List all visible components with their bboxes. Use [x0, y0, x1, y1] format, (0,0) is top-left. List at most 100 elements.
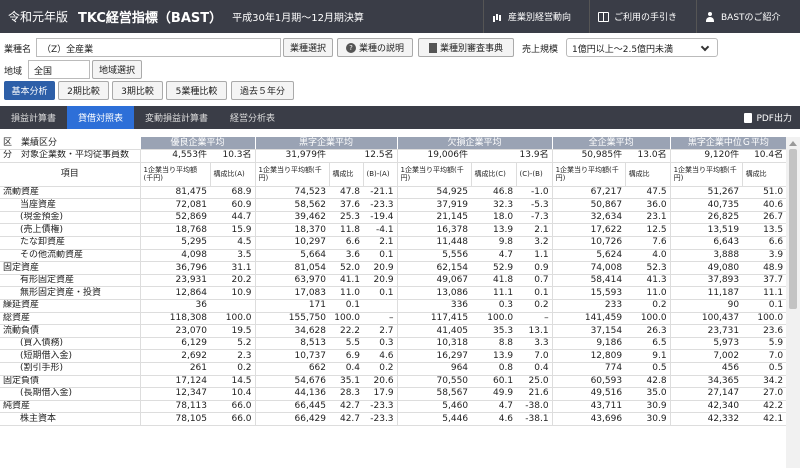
ratio-header: 構成比 — [624, 162, 671, 187]
scale-select[interactable]: 1億円以上～2.5億円未満 — [566, 38, 718, 57]
industry-description-button[interactable]: ? 業種の説明 — [337, 38, 413, 57]
table-cell: 49,067 — [396, 274, 472, 288]
table-cell: 5.2 — [210, 337, 256, 351]
table-cell: 23,070 — [139, 324, 210, 338]
table-cell: 36,796 — [139, 261, 210, 275]
table-cell: 42.1 — [742, 412, 787, 426]
table-cell: 10,297 — [254, 236, 330, 250]
table-cell: 4.7 — [471, 249, 517, 263]
table-cell: 8.8 — [471, 337, 517, 351]
group-name: 全企業平均 — [551, 137, 671, 151]
table-cell: 70,550 — [396, 375, 472, 389]
tab-balance-sheet[interactable]: 貸借対照表 — [67, 106, 135, 129]
table-cell: 17,622 — [551, 223, 626, 238]
group-name: 欠損企業平均 — [396, 137, 553, 151]
tab-income-statement[interactable]: 損益計算書 — [0, 106, 67, 129]
table-cell: 81,475 — [139, 186, 210, 200]
table-cell: 26.3 — [625, 324, 671, 338]
mode-two-period[interactable]: 2期比較 — [58, 81, 109, 100]
table-cell: 5,460 — [396, 400, 472, 414]
vertical-scrollbar[interactable] — [786, 137, 800, 468]
table-cell: 2.1 — [516, 223, 553, 238]
table-cell: 18,370 — [254, 223, 330, 238]
ratio-header: 構成比(C) — [470, 162, 517, 187]
amount-header: 1企業当り平均額(千円) — [669, 162, 743, 187]
table-cell: 11.1 — [742, 286, 787, 301]
table-cell: 5,295 — [139, 236, 210, 250]
industry-select-button[interactable]: 業種選択 — [283, 38, 333, 57]
ratio-header: 構成比(A) — [209, 162, 256, 187]
table-cell: 67,217 — [551, 186, 626, 200]
row-label: (買入債務) — [0, 337, 140, 351]
mode-basic-analysis[interactable]: 基本分析 — [4, 81, 55, 100]
scroll-up-icon[interactable] — [789, 141, 797, 146]
tab-variable-cost-statement[interactable]: 変動損益計算書 — [134, 106, 219, 129]
table-cell: 171 — [254, 299, 330, 313]
mode-three-period[interactable]: 3期比較 — [112, 81, 163, 100]
company-count: 4,553件 — [139, 149, 210, 163]
table-cell: 662 — [254, 362, 330, 376]
tab-bar: 損益計算書 貸借対照表 変動損益計算書 経営分析表 PDF出力 — [0, 106, 800, 129]
tab-management-analysis[interactable]: 経営分析表 — [219, 106, 286, 129]
table-cell: 72,081 — [139, 198, 210, 212]
mode-past-five-years[interactable]: 過去５年分 — [231, 81, 294, 100]
table-cell: 5,664 — [254, 249, 330, 263]
table-cell: 7.0 — [742, 349, 787, 363]
company-count: 31,979件 — [254, 149, 330, 163]
table-cell: 117,415 — [396, 312, 472, 326]
region-select-button[interactable]: 地域選択 — [92, 60, 142, 79]
table-cell: 15,593 — [551, 286, 626, 301]
table-cell: 26.7 — [742, 211, 787, 225]
table-cell: 54,925 — [396, 186, 472, 200]
kubun-header: 区 業績区分 — [0, 137, 140, 151]
table-row: 無形固定資産・投資 12,864 10.9 17,083 11.0 0.1 13,086 11… — [0, 286, 787, 301]
table-cell: 15.9 — [210, 223, 256, 238]
table-cell: 17,124 — [139, 375, 210, 389]
table-cell: 40,735 — [669, 198, 743, 212]
table-cell: -38.0 — [516, 400, 553, 414]
table-cell: 0.3 — [363, 337, 398, 351]
row-label: 固定負債 — [0, 375, 140, 389]
table-cell: 34,365 — [669, 375, 743, 389]
table-row: その他流動資産 4,098 3.5 5,664 3.6 0.1 5,556 4.7 1.1 5,6… — [0, 249, 787, 263]
table-cell: 52.0 — [329, 261, 364, 275]
table-cell: 0.4 — [516, 362, 553, 376]
table-cell: 35.0 — [625, 387, 671, 401]
table-cell: 774 — [551, 362, 626, 376]
table-cell: 7,002 — [669, 349, 743, 363]
table-cell: 22.2 — [329, 324, 364, 338]
table-cell: 13,519 — [669, 223, 743, 238]
nav-user-guide[interactable]: ご利用の手引き — [589, 0, 696, 33]
table-cell: 21.6 — [516, 387, 553, 401]
table-cell: 74,523 — [254, 186, 330, 200]
table-cell: 0.1 — [363, 286, 398, 301]
ratio-header: 構成比 — [741, 162, 787, 187]
table-cell: 100.0 — [625, 312, 671, 326]
table-cell: 11.0 — [625, 286, 671, 301]
mode-five-industry[interactable]: 5業種比較 — [166, 81, 227, 100]
industry-description-label: 業種の説明 — [358, 44, 404, 54]
nav-industry-trends[interactable]: 産業別経営動向 — [483, 0, 589, 33]
app-title: TKC経営指標（BAST） — [78, 11, 223, 26]
scroll-thumb[interactable] — [789, 149, 797, 309]
table-cell: 2,692 — [139, 349, 210, 363]
table-cell: 17,083 — [254, 286, 330, 301]
amount-header: 1企業当り平均額(千円) — [551, 162, 626, 187]
pdf-output-button[interactable]: PDF出力 — [744, 106, 792, 129]
industry-label: 業種名 — [4, 45, 32, 55]
row-label: 有形固定資産 — [0, 274, 140, 288]
nav-bast-intro[interactable]: BASTのご紹介 — [696, 0, 800, 33]
table-cell: 964 — [396, 362, 472, 376]
nav-industry-trends-label: 産業別経営動向 — [508, 13, 572, 23]
table-cell: -23.3 — [363, 198, 398, 212]
table-row: 株主資本 78,105 66.0 66,429 42.7 -23.3 5,446 4.6 -38… — [0, 412, 787, 426]
table-cell: 23.6 — [742, 324, 787, 338]
table-cell: 11,448 — [396, 236, 472, 250]
table-cell: 12.5 — [625, 223, 671, 238]
region-input[interactable]: 全国 — [28, 60, 90, 79]
industry-input[interactable]: （Z）全産業 — [36, 38, 281, 57]
industry-dictionary-button[interactable]: 業種別審査事典 — [418, 38, 514, 57]
table-cell: 155,750 — [254, 312, 330, 326]
edition-label: 令和元年版 — [8, 10, 69, 24]
table-cell: 36.0 — [625, 198, 671, 212]
